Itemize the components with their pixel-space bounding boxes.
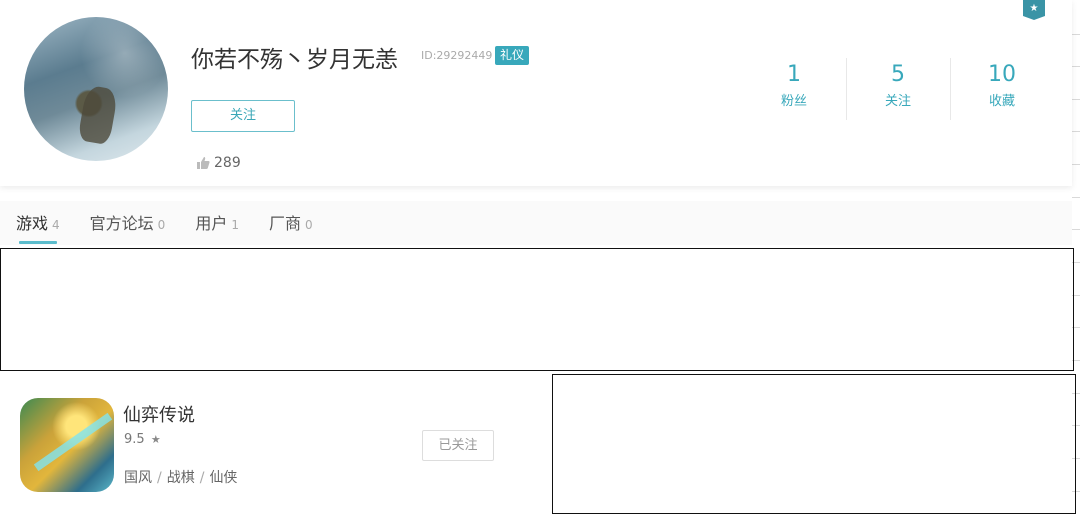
- tab-users-label: 用户: [195, 214, 228, 233]
- tab-vendors-count: 0: [304, 218, 313, 232]
- content-placeholder-right: [552, 374, 1076, 514]
- game-tag[interactable]: 仙侠: [209, 470, 237, 486]
- stat-following-label: 关注: [884, 94, 911, 109]
- followed-button[interactable]: 已关注: [422, 430, 494, 461]
- thumbs-up-icon: [197, 157, 210, 169]
- stat-fans-label: 粉丝: [780, 94, 807, 109]
- tab-users[interactable]: 用户 1: [195, 201, 239, 245]
- stat-favorites-value: 10: [988, 62, 1016, 87]
- likes-value: 289: [214, 155, 241, 171]
- game-tags: 国风 / 战棋 / 仙侠: [124, 470, 238, 486]
- username: 你若不殇丶岁月无恙: [191, 47, 398, 73]
- tab-games-count: 4: [52, 218, 60, 232]
- stat-favorites[interactable]: 10 收藏: [950, 58, 1054, 122]
- tab-forum-count: 0: [157, 218, 166, 232]
- tab-users-count: 1: [231, 218, 239, 232]
- profile-card: 你若不殇丶岁月无恙 ID:29292449 礼仪 关注 289 1 粉丝 5 关…: [0, 0, 1072, 186]
- tab-games[interactable]: 游戏 4: [16, 201, 60, 245]
- stat-favorites-label: 收藏: [988, 94, 1015, 109]
- tab-bar: 游戏 4 官方论坛 0 用户 1 厂商 0: [0, 201, 1072, 245]
- game-rating: 9.5 ★: [124, 432, 161, 447]
- stat-following[interactable]: 5 关注: [846, 58, 950, 122]
- tab-forum[interactable]: 官方论坛 0: [90, 201, 166, 245]
- content-placeholder-top: [0, 248, 1074, 371]
- avatar[interactable]: [24, 17, 168, 161]
- tab-games-label: 游戏: [16, 214, 49, 233]
- tab-forum-label: 官方论坛: [89, 214, 154, 233]
- stat-following-value: 5: [891, 62, 905, 87]
- user-id: ID:29292449: [421, 49, 493, 62]
- likes-count: 289: [196, 155, 241, 171]
- tab-vendors-label: 厂商: [268, 214, 301, 233]
- tab-vendors[interactable]: 厂商 0: [269, 201, 313, 245]
- game-tag[interactable]: 国风: [124, 470, 152, 486]
- game-tag[interactable]: 战棋: [167, 470, 195, 486]
- stats-bar: 1 粉丝 5 关注 10 收藏: [742, 58, 1054, 122]
- role-badge: 礼仪: [495, 46, 530, 65]
- game-title[interactable]: 仙弈传说: [123, 401, 195, 427]
- stat-fans-value: 1: [787, 62, 801, 87]
- game-list-item[interactable]: 仙弈传说 9.5 ★ 国风 / 战棋 / 仙侠 已关注: [0, 376, 548, 516]
- stat-fans[interactable]: 1 粉丝: [742, 62, 846, 122]
- star-icon: ★: [150, 433, 161, 446]
- corner-star-icon: ★: [1023, 0, 1045, 20]
- game-rating-value: 9.5: [124, 432, 145, 447]
- game-icon[interactable]: [20, 398, 114, 492]
- follow-button[interactable]: 关注: [191, 100, 295, 132]
